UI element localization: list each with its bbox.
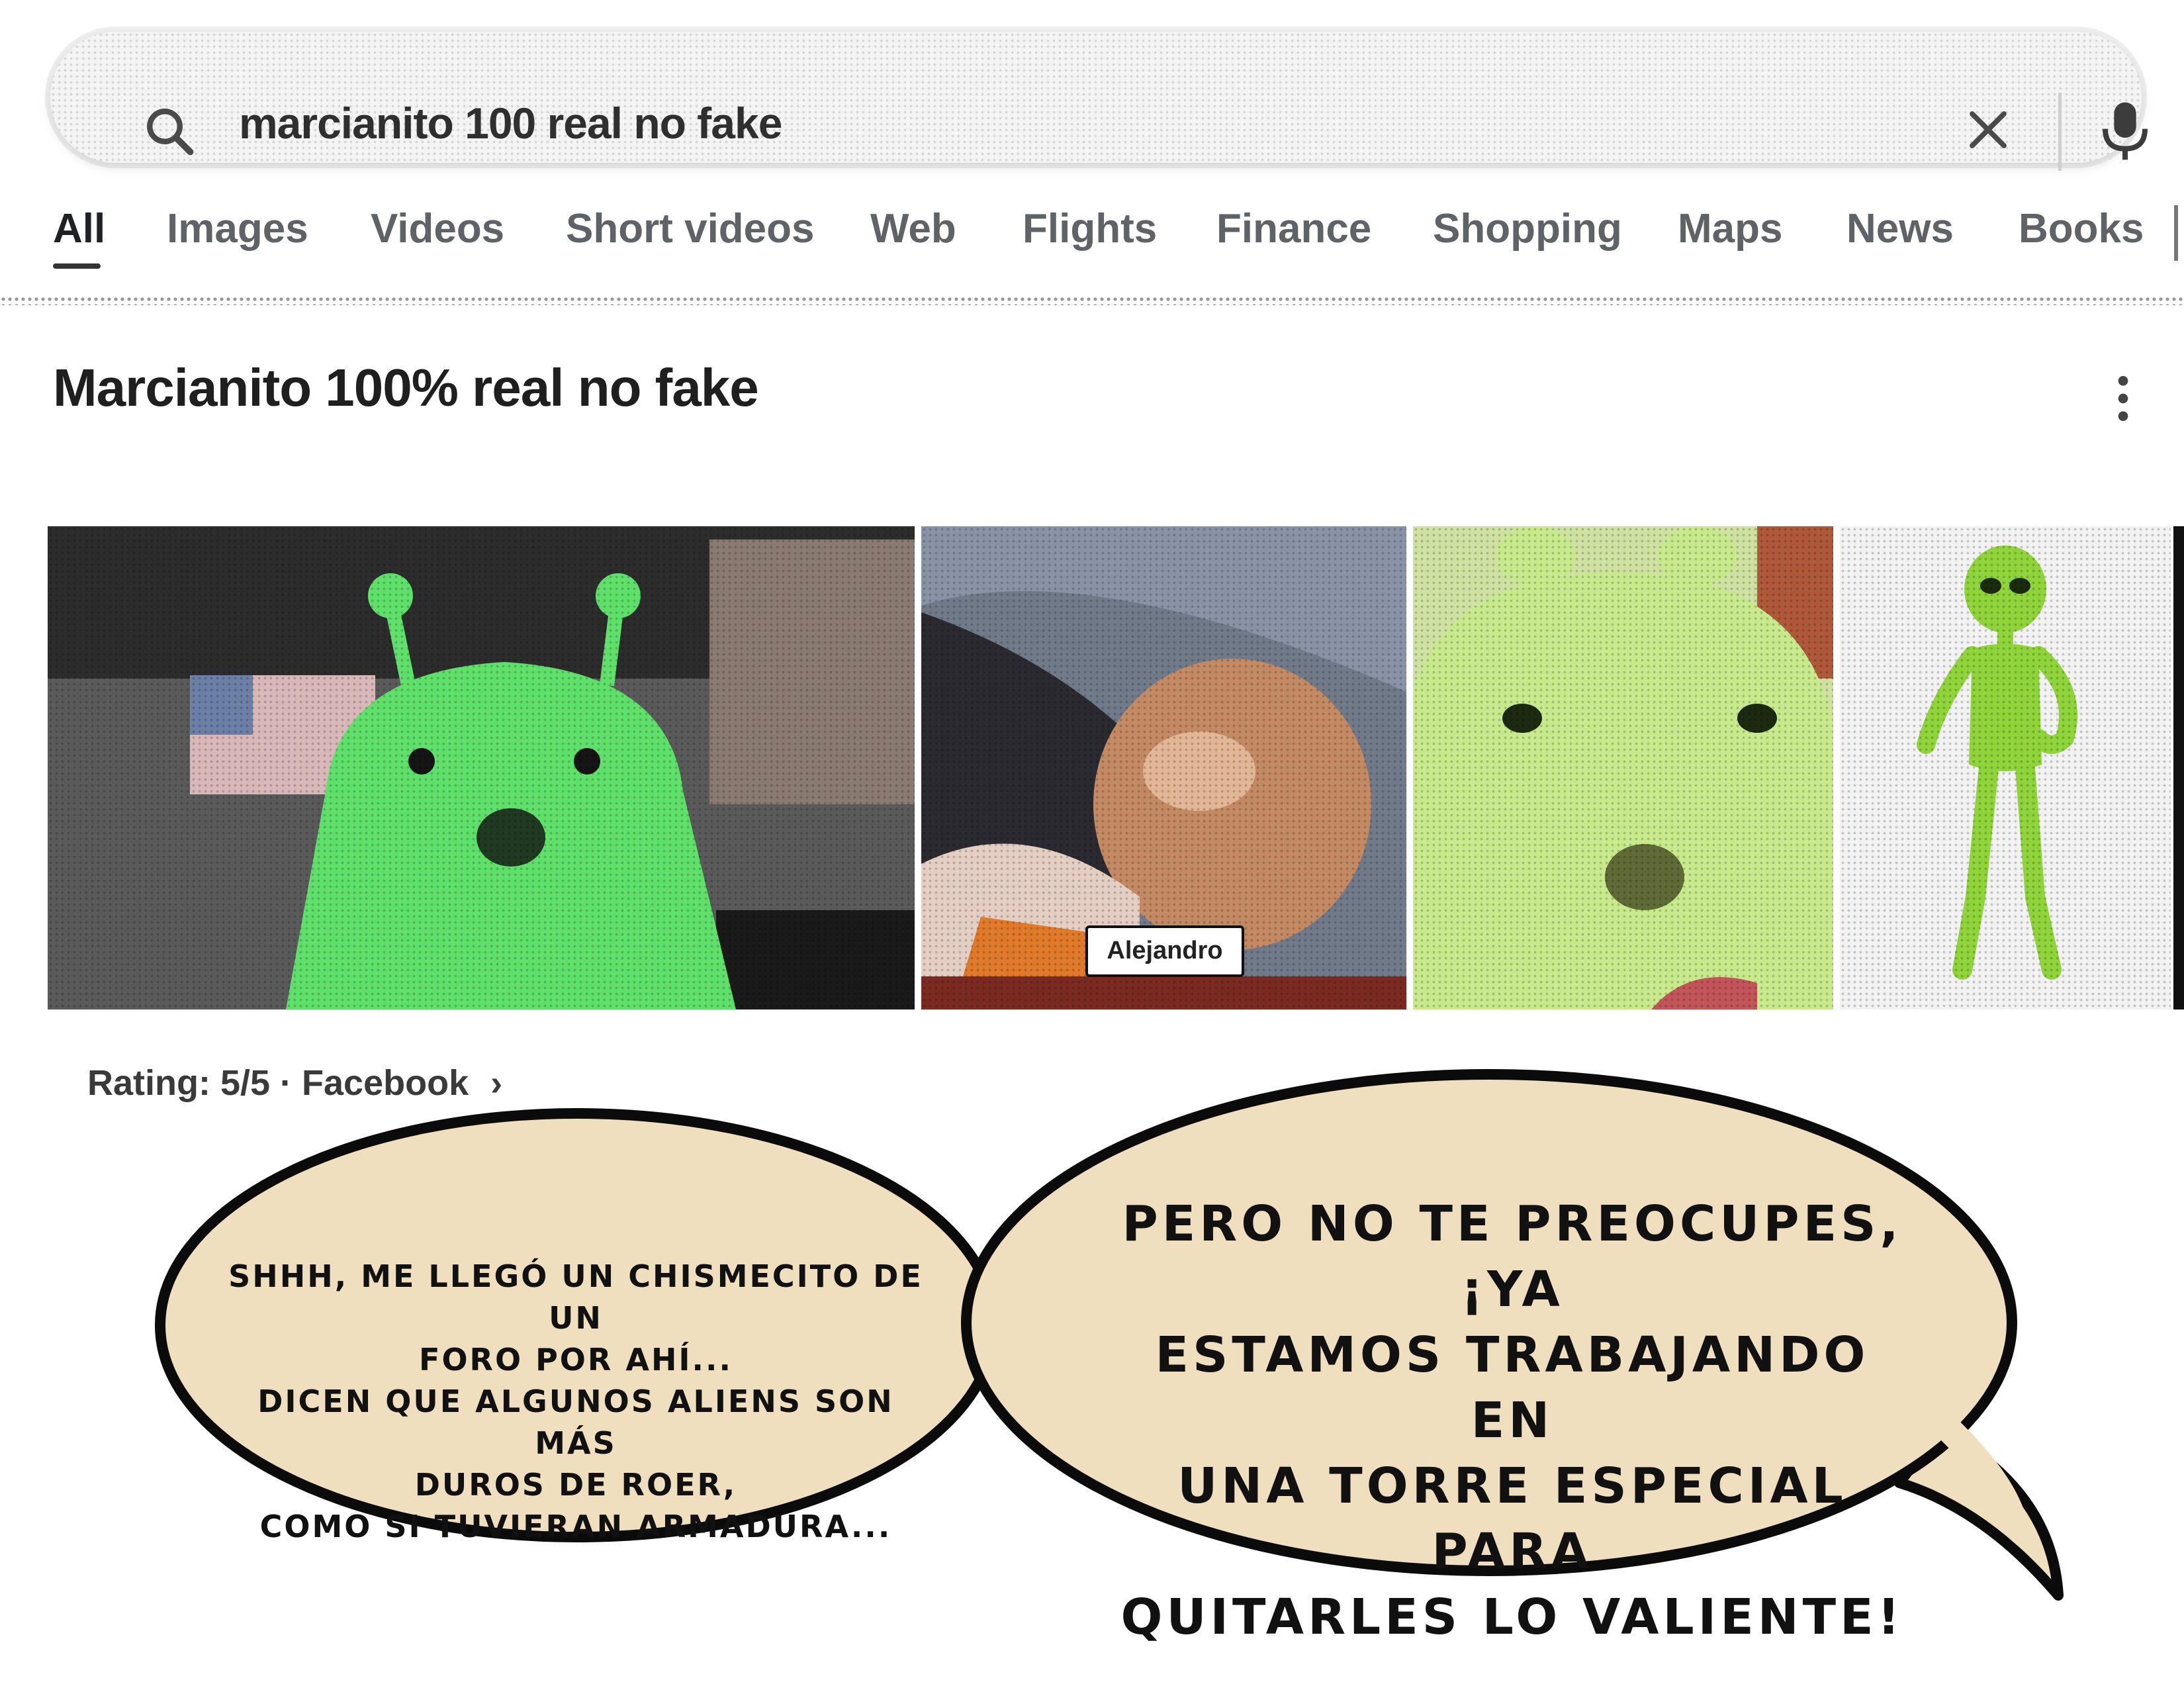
bubble-line: una torre especial para: [1177, 1458, 1847, 1580]
bubble-line: foro por ahí...: [419, 1342, 733, 1378]
bubble-line: Shhh, me llegó un chismecito de un: [228, 1258, 923, 1336]
bubble-line: Pero no te preocupes, ¡ya: [1122, 1196, 1903, 1318]
bubble-line: Dicen que algunos aliens son más: [257, 1383, 894, 1461]
bubble-line: duros de roer,: [414, 1467, 737, 1503]
bubble-line: quitarles lo valiente!: [1120, 1589, 1904, 1646]
speech-bubble-right-text: Pero no te preocupes, ¡ya estamos trabaj…: [1112, 1192, 1913, 1650]
bubble-line: como si tuvieran armadura...: [259, 1509, 892, 1544]
speech-bubble-left-text: Shhh, me llegó un chismecito de un foro …: [218, 1256, 933, 1548]
bubble-line: estamos trabajando en: [1155, 1327, 1870, 1449]
